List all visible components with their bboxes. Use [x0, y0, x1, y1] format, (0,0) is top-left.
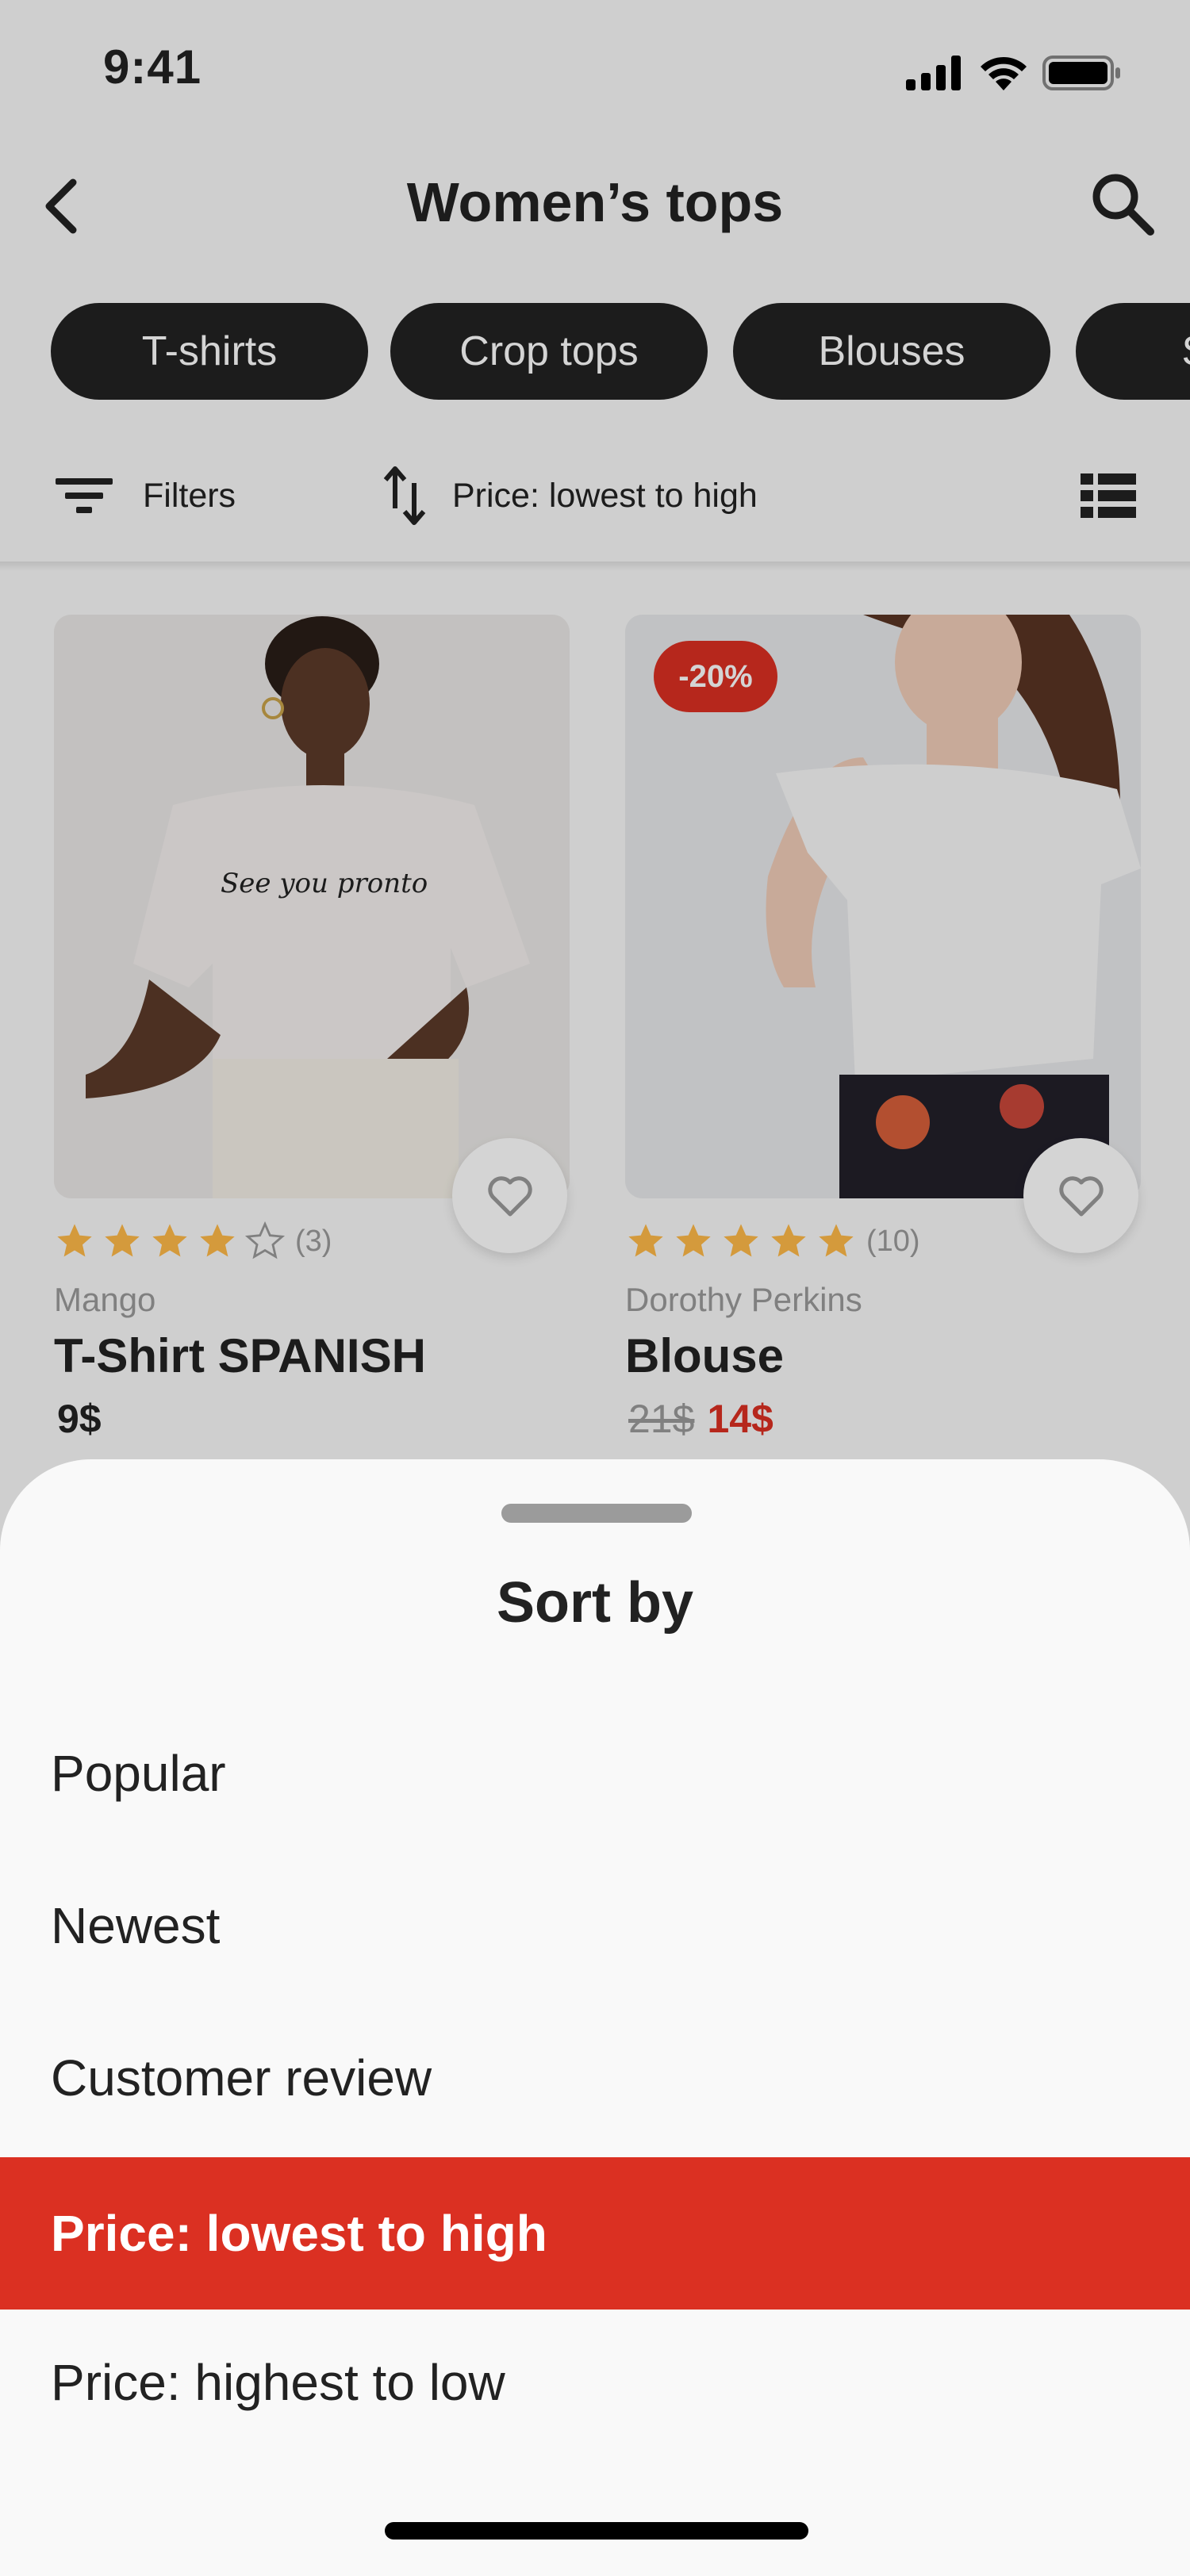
sheet-title: Sort by	[496, 1571, 694, 1635]
sort-option-price-high-low[interactable]: Price: highest to low	[0, 2306, 1190, 2459]
sort-option-newest[interactable]: Newest	[0, 1850, 1190, 2002]
sort-bottom-sheet: Sort by Popular Newest Customer review P…	[0, 1459, 1190, 2576]
sort-option-popular[interactable]: Popular	[0, 1697, 1190, 1850]
drag-handle[interactable]	[501, 1504, 692, 1523]
sort-option-price-low-high[interactable]: Price: lowest to high	[0, 2157, 1190, 2310]
sort-option-customer-review[interactable]: Customer review	[0, 2002, 1190, 2154]
home-indicator	[385, 2522, 808, 2540]
